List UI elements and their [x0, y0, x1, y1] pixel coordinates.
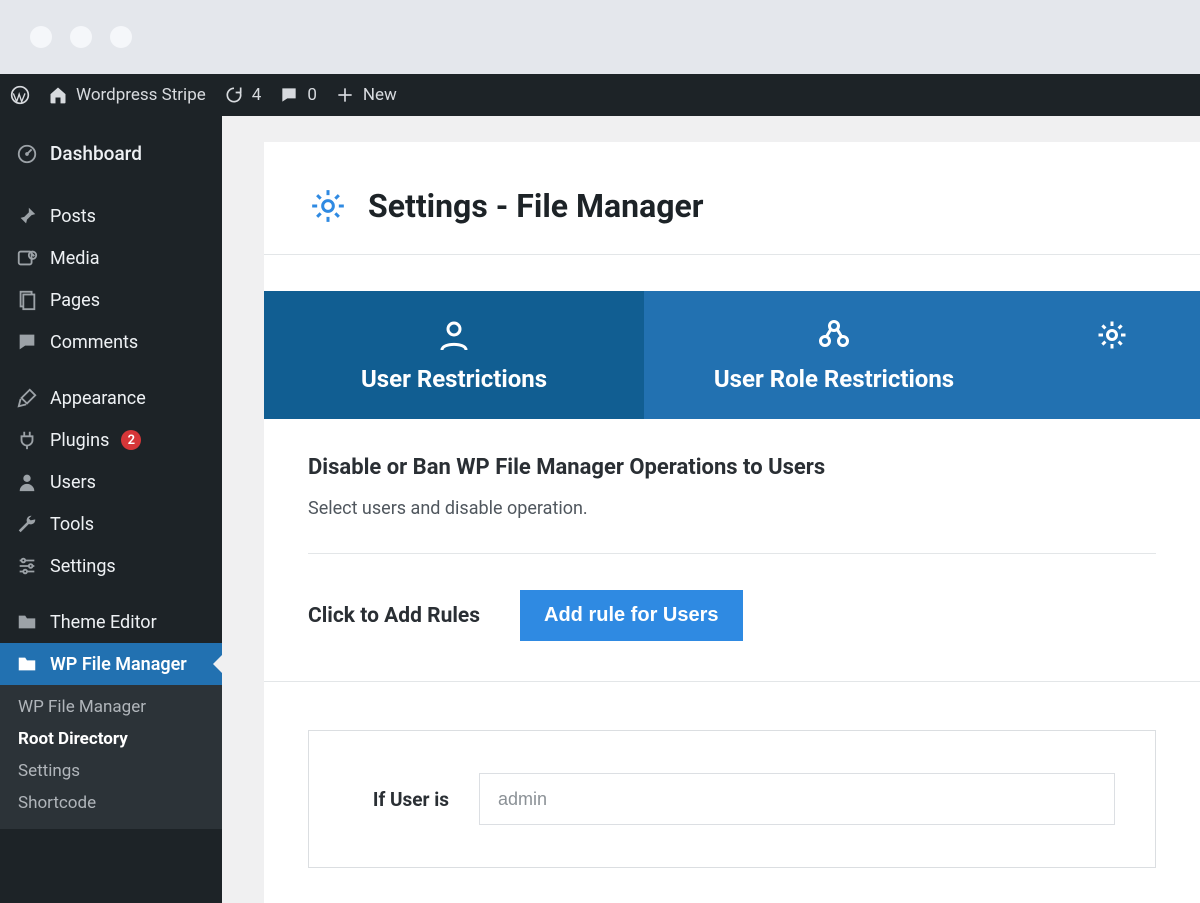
comment-icon: [279, 85, 299, 105]
section-subtitle: Select users and disable operation.: [308, 498, 1156, 554]
menu-dashboard[interactable]: Dashboard: [0, 128, 222, 181]
users-group-icon: [654, 315, 1014, 355]
menu-label: Settings: [50, 556, 116, 577]
home-icon: [48, 85, 68, 105]
submenu-settings[interactable]: Settings: [0, 755, 222, 787]
user-select-input[interactable]: [479, 773, 1115, 825]
add-rule-button[interactable]: Add rule for Users: [520, 590, 742, 641]
menu-label: Dashboard: [50, 142, 142, 165]
wp-logo[interactable]: [10, 85, 30, 105]
site-name-link[interactable]: Wordpress Stripe: [48, 85, 206, 105]
pages-icon: [16, 289, 38, 311]
menu-label: Media: [50, 248, 100, 269]
folder-icon: [16, 653, 38, 675]
refresh-icon: [224, 85, 244, 105]
wrench-icon: [16, 513, 38, 535]
tab-overflow[interactable]: [1024, 291, 1200, 419]
comments-count: 0: [307, 85, 317, 105]
menu-label: Users: [50, 472, 96, 493]
new-label: New: [363, 85, 397, 105]
menu-label: WP File Manager: [50, 654, 187, 675]
submenu-shortcode[interactable]: Shortcode: [0, 787, 222, 819]
menu-plugins[interactable]: Plugins 2: [0, 419, 222, 461]
menu-label: Theme Editor: [50, 612, 157, 633]
tab-user-role-restrictions[interactable]: User Role Restrictions: [644, 291, 1024, 419]
site-name: Wordpress Stripe: [76, 85, 206, 105]
tab-user-restrictions[interactable]: User Restrictions: [264, 291, 644, 419]
menu-label: Pages: [50, 290, 100, 311]
content-card: Settings - File Manager User Restriction…: [264, 142, 1200, 903]
window-close-dot[interactable]: [30, 26, 52, 48]
add-rules-label: Click to Add Rules: [308, 604, 480, 628]
folder-icon: [16, 611, 38, 633]
menu-label: Comments: [50, 332, 138, 353]
tab-label: User Role Restrictions: [654, 365, 1014, 393]
menu-wp-file-manager[interactable]: WP File Manager: [0, 643, 222, 685]
active-menu-pointer: [213, 654, 223, 674]
admin-sidebar: Dashboard Posts Media Pages Comments App…: [0, 116, 222, 903]
updates-count: 4: [252, 85, 262, 105]
gauge-icon: [16, 143, 38, 165]
plugins-update-badge: 2: [121, 430, 141, 450]
updates-link[interactable]: 4: [224, 85, 262, 105]
menu-settings[interactable]: Settings: [0, 545, 222, 587]
menu-media[interactable]: Media: [0, 237, 222, 279]
wordpress-icon: [10, 85, 30, 105]
menu-comments[interactable]: Comments: [0, 321, 222, 363]
menu-posts[interactable]: Posts: [0, 195, 222, 237]
plug-icon: [16, 429, 38, 451]
browser-window-chrome: [0, 0, 1200, 74]
new-content-link[interactable]: New: [335, 85, 397, 105]
page-title: Settings - File Manager: [368, 187, 704, 225]
submenu-wp-file-manager[interactable]: WP File Manager: [0, 691, 222, 723]
wp-admin-bar: Wordpress Stripe 4 0 New: [0, 74, 1200, 116]
add-rules-row: Click to Add Rules Add rule for Users: [264, 554, 1200, 682]
menu-tools[interactable]: Tools: [0, 503, 222, 545]
menu-label: Appearance: [50, 388, 146, 409]
gear-icon: [1034, 315, 1190, 355]
menu-theme-editor[interactable]: Theme Editor: [0, 601, 222, 643]
section-title: Disable or Ban WP File Manager Operation…: [308, 455, 1156, 480]
rule-editor-box: If User is: [308, 730, 1156, 868]
sliders-icon: [16, 555, 38, 577]
window-zoom-dot[interactable]: [110, 26, 132, 48]
page-header: Settings - File Manager: [264, 186, 1200, 255]
content-area: Settings - File Manager User Restriction…: [222, 116, 1200, 903]
submenu-root-directory[interactable]: Root Directory: [0, 723, 222, 755]
menu-label: Tools: [50, 514, 94, 535]
tab-label: User Restrictions: [274, 365, 634, 393]
wp-file-manager-submenu: WP File Manager Root Directory Settings …: [0, 685, 222, 829]
menu-label: Posts: [50, 206, 96, 227]
media-icon: [16, 247, 38, 269]
comments-link[interactable]: 0: [279, 85, 317, 105]
section-disable-operations: Disable or Ban WP File Manager Operation…: [264, 419, 1200, 554]
comment-icon: [16, 331, 38, 353]
gear-icon: [308, 186, 348, 226]
menu-pages[interactable]: Pages: [0, 279, 222, 321]
menu-label: Plugins: [50, 430, 109, 451]
window-minimize-dot[interactable]: [70, 26, 92, 48]
restrictions-tabs: User Restrictions User Role Restrictions: [264, 291, 1200, 419]
pin-icon: [16, 205, 38, 227]
plus-icon: [335, 85, 355, 105]
menu-appearance[interactable]: Appearance: [0, 377, 222, 419]
user-icon: [16, 471, 38, 493]
brush-icon: [16, 387, 38, 409]
menu-users[interactable]: Users: [0, 461, 222, 503]
if-user-is-label: If User is: [349, 788, 449, 811]
user-icon: [274, 315, 634, 355]
